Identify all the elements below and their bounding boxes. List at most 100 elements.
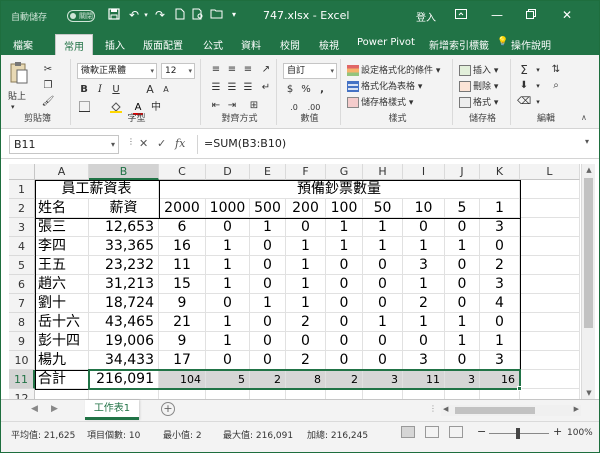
cell-j9[interactable]: 1 [445, 332, 480, 351]
cell-j2[interactable]: 5 [445, 199, 480, 218]
cell-c12[interactable] [159, 389, 206, 399]
format-as-table-button[interactable]: 格式化為表格 ▾ [347, 79, 422, 92]
cell-k2[interactable]: 1 [480, 199, 520, 218]
column-header-l[interactable]: L [520, 164, 580, 180]
select-all-corner[interactable] [9, 164, 35, 180]
row-header-9[interactable]: 9 [9, 332, 35, 351]
cell-g5[interactable]: 0 [326, 256, 363, 275]
cell-d5[interactable]: 1 [206, 256, 250, 275]
cell-i8[interactable]: 1 [403, 313, 445, 332]
cell-l8[interactable] [520, 313, 580, 332]
align-center-icon[interactable]: ☰ [225, 81, 239, 95]
row-header-11[interactable]: 11 [9, 370, 35, 389]
fill-icon[interactable]: ⬇ [517, 79, 531, 93]
cell-f11[interactable]: 8 [286, 370, 326, 389]
cell-i4[interactable]: 1 [403, 237, 445, 256]
font-size-combo[interactable]: 12 ▾ [161, 63, 195, 79]
save-icon[interactable] [107, 8, 121, 22]
cell-e2[interactable]: 500 [250, 199, 286, 218]
cell-j8[interactable]: 1 [445, 313, 480, 332]
cell-f10[interactable]: 2 [286, 351, 326, 370]
cell-a11[interactable]: 合計 [35, 370, 89, 389]
cell-l5[interactable] [520, 256, 580, 275]
cell-b5[interactable]: 23,232 [89, 256, 159, 275]
cell-l7[interactable] [520, 294, 580, 313]
cell-l1[interactable] [520, 180, 580, 199]
zoom-slider-knob[interactable] [516, 428, 520, 439]
cell-f3[interactable]: 0 [286, 218, 326, 237]
cell-l11[interactable] [520, 370, 580, 389]
cell-j7[interactable]: 0 [445, 294, 480, 313]
cell-h2[interactable]: 50 [363, 199, 403, 218]
align-bottom-icon[interactable]: ≡ [241, 63, 255, 77]
cell-g2[interactable]: 100 [326, 199, 363, 218]
conditional-formatting-button[interactable]: 設定格式化的條件 ▾ [347, 63, 440, 76]
cell-a3[interactable]: 張三 [35, 218, 89, 237]
cell-k5[interactable]: 2 [480, 256, 520, 275]
scroll-right-icon[interactable]: ▶ [574, 405, 579, 413]
percent-button[interactable]: % [299, 83, 313, 97]
row-header-4[interactable]: 4 [9, 237, 35, 256]
tab-view[interactable]: 檢視 [319, 37, 339, 52]
add-sheet-icon[interactable]: + [161, 402, 175, 416]
row-header-10[interactable]: 10 [9, 351, 35, 370]
cell-f2[interactable]: 200 [286, 199, 326, 218]
grow-font-button[interactable]: A [143, 83, 157, 97]
row-header-7[interactable]: 7 [9, 294, 35, 313]
page-layout-view-icon[interactable] [425, 426, 439, 438]
cell-k9[interactable]: 1 [480, 332, 520, 351]
tab-data[interactable]: 資料 [241, 37, 261, 52]
scroll-up-icon[interactable]: ▲ [584, 166, 594, 174]
cell-e10[interactable]: 0 [250, 351, 286, 370]
cell-k12[interactable] [480, 389, 520, 399]
cell-e9[interactable]: 0 [250, 332, 286, 351]
cell-b9[interactable]: 19,006 [89, 332, 159, 351]
cell-f8[interactable]: 2 [286, 313, 326, 332]
column-header-h[interactable]: H [363, 164, 403, 180]
close-icon[interactable]: ✕ [557, 6, 577, 24]
cell-h6[interactable]: 0 [363, 275, 403, 294]
tab-new-tab[interactable]: 新增索引標籤 [429, 37, 489, 52]
cell-e11[interactable]: 2 [250, 370, 286, 389]
cell-l9[interactable] [520, 332, 580, 351]
cell-l2[interactable] [520, 199, 580, 218]
cancel-icon[interactable]: ✕ [139, 137, 148, 150]
cell-h5[interactable]: 0 [363, 256, 403, 275]
find-select-icon[interactable]: ⌕ [549, 79, 563, 93]
cell-h11[interactable]: 3 [363, 370, 403, 389]
cell-i3[interactable]: 0 [403, 218, 445, 237]
column-header-a[interactable]: A [35, 164, 89, 180]
row-header-8[interactable]: 8 [9, 313, 35, 332]
cell-i9[interactable]: 0 [403, 332, 445, 351]
cell-i7[interactable]: 2 [403, 294, 445, 313]
comma-button[interactable]: , [315, 83, 329, 97]
bold-button[interactable]: B [77, 83, 91, 97]
cell-d6[interactable]: 1 [206, 275, 250, 294]
cell-e5[interactable]: 0 [250, 256, 286, 275]
cell-i6[interactable]: 1 [403, 275, 445, 294]
column-header-b[interactable]: B [89, 164, 159, 180]
cell-l12[interactable] [520, 389, 580, 399]
align-middle-icon[interactable]: ≡ [225, 63, 239, 77]
format-cells-button[interactable]: 格式 ▾ [459, 95, 498, 108]
previous-sheet-icon[interactable]: ◀ [31, 404, 38, 414]
cell-c7[interactable]: 9 [159, 294, 206, 313]
cell-l6[interactable] [520, 275, 580, 294]
formula-input[interactable]: =SUM(B3:B10) [197, 135, 581, 154]
underline-button[interactable]: U [109, 83, 123, 97]
scroll-left-icon[interactable]: ◀ [443, 405, 448, 413]
format-painter-icon[interactable]: 🖌 [41, 95, 55, 109]
insert-cells-button[interactable]: 插入 ▾ [459, 63, 498, 76]
column-header-j[interactable]: J [445, 164, 480, 180]
cell-a2[interactable]: 姓名 [35, 199, 89, 218]
currency-icon[interactable]: $ [283, 83, 297, 97]
cell-d9[interactable]: 1 [206, 332, 250, 351]
cell-i10[interactable]: 3 [403, 351, 445, 370]
cell-c9[interactable]: 9 [159, 332, 206, 351]
row-header-1[interactable]: 1 [9, 180, 35, 199]
cell-styles-button[interactable]: 儲存格樣式 ▾ [347, 95, 413, 108]
cell-b10[interactable]: 34,433 [89, 351, 159, 370]
paste-dropdown-icon[interactable]: ▾ [11, 103, 15, 111]
expand-formula-bar-icon[interactable]: ▾ [585, 137, 589, 146]
cell-j11[interactable]: 3 [445, 370, 480, 389]
